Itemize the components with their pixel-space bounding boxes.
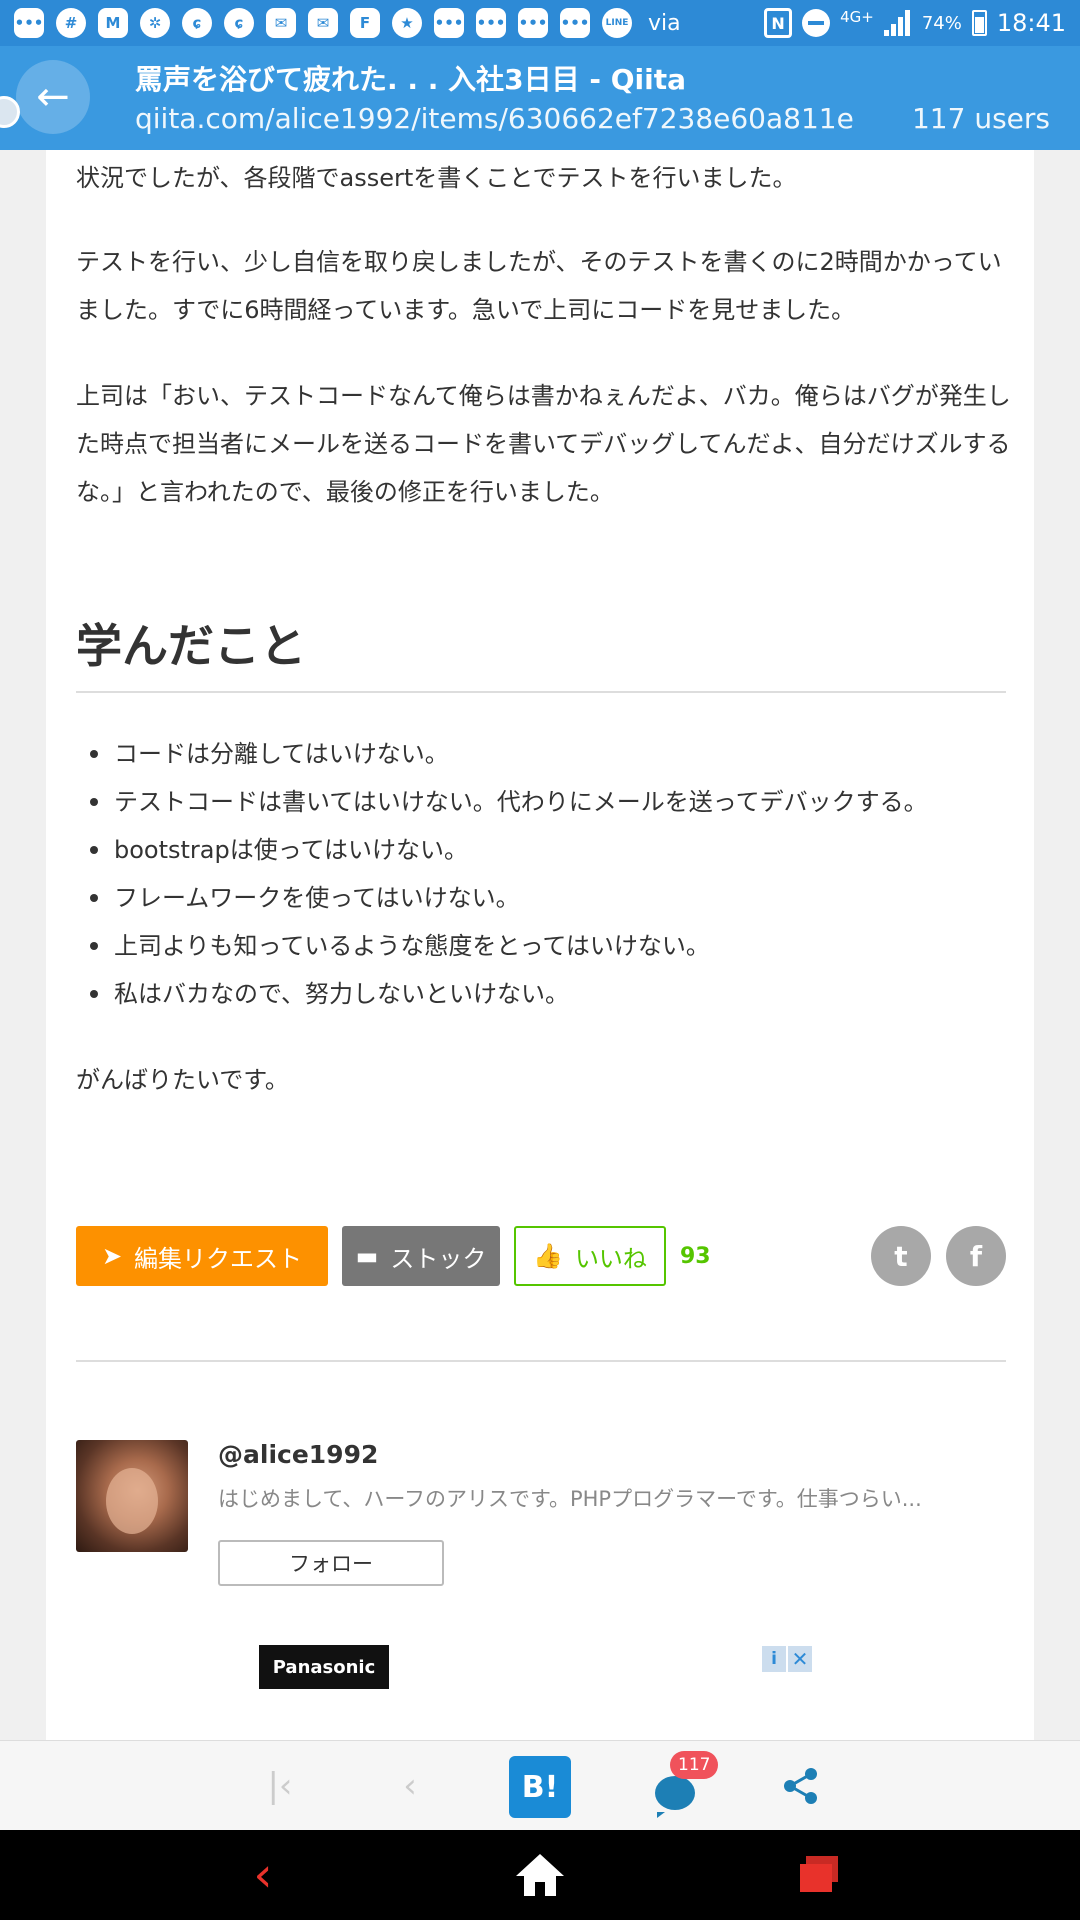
page-title: 罵声を浴びて疲れた. . . 入社3日目 - Qiita <box>135 63 687 96</box>
pinwheel-icon: ✲ <box>140 8 170 38</box>
paper-plane-icon: ➤ <box>101 1242 123 1270</box>
article-paragraph: テストを行い、少し自信を取り戻しましたが、そのテストを書くのに2時間かかっていま… <box>76 248 1002 324</box>
system-nav-bar: ‹ <box>0 1830 1080 1920</box>
swirl-icon: ɕ <box>224 8 254 38</box>
bookmark-users-count[interactable]: 117 users <box>912 102 1050 135</box>
ad-info-icon[interactable]: i <box>762 1646 786 1672</box>
messenger-icon: ••• <box>518 8 548 38</box>
article-paragraph: 上司は「おい、テストコードなんて俺らは書かねぇんだよ、バカ。俺らはバグが発生した… <box>76 382 1011 506</box>
folder-icon: ▬ <box>355 1242 379 1270</box>
envelope-icon: ✉ <box>308 8 338 38</box>
article-card: 状況でしたが、各段階でassertを書くことでテストを行いました。 テストを行い… <box>46 150 1034 1740</box>
do-not-disturb-icon <box>802 9 831 37</box>
list-item: 私はバカなので、努力しないといけない。 <box>76 970 1016 1018</box>
edit-request-button[interactable]: ➤ 編集リクエスト <box>76 1226 328 1286</box>
list-item: フレームワークを使ってはいけない。 <box>76 874 1016 922</box>
notification-icons: ••• # M ✲ ɕ ɕ ✉ ✉ F ★ ••• ••• ••• ••• LI… <box>14 8 681 38</box>
like-count: 93 <box>680 1243 711 1269</box>
first-page-icon[interactable]: |‹ <box>255 1741 305 1831</box>
network-type: 4G+ <box>840 8 874 26</box>
article-actions: ➤ 編集リクエスト ▬ ストック 👍 いいね 93 t f <box>76 1226 1006 1286</box>
author-username[interactable]: @alice1992 <box>218 1440 378 1469</box>
facebook-icon[interactable]: f <box>946 1226 1006 1286</box>
like-label: いいね <box>574 1244 647 1273</box>
nfc-icon: N <box>764 8 793 38</box>
messenger-icon: ••• <box>476 8 506 38</box>
closing-text: がんばりたいです。 <box>76 1066 289 1094</box>
like-button[interactable]: 👍 いいね <box>514 1226 666 1286</box>
back-arrow-icon[interactable]: ← <box>16 60 90 134</box>
section-divider <box>76 1360 1006 1362</box>
stock-button[interactable]: ▬ ストック <box>342 1226 500 1286</box>
status-bar: ••• # M ✲ ɕ ɕ ✉ ✉ F ★ ••• ••• ••• ••• LI… <box>0 0 1080 46</box>
browser-toolbar: |‹ ‹ B! 117 <box>0 1740 1080 1830</box>
page-url[interactable]: qiita.com/alice1992/items/630662ef7238e6… <box>135 102 854 135</box>
thumbs-up-icon: 👍 <box>533 1242 563 1270</box>
list-item: コードは分離してはいけない。 <box>76 730 1016 778</box>
swirl-icon: ɕ <box>182 8 212 38</box>
stock-label: ストック <box>390 1244 487 1273</box>
battery-percent: 74% <box>921 12 962 34</box>
article-paragraph: 状況でしたが、各段階でassertを書くことでテストを行いました。 <box>76 164 797 192</box>
home-icon[interactable] <box>512 1850 568 1900</box>
previous-icon[interactable]: ‹ <box>385 1741 435 1831</box>
line-icon: LINE <box>602 8 632 38</box>
messenger-icon: ••• <box>560 8 590 38</box>
heading-divider <box>76 691 1006 693</box>
list-item: 上司よりも知っているような態度をとってはいけない。 <box>76 922 1016 970</box>
list-item: bootstrapは使ってはいけない。 <box>76 826 1016 874</box>
star-icon: ★ <box>392 8 422 38</box>
learnings-list: コードは分離してはいけない。 テストコードは書いてはいけない。代わりにメールを送… <box>76 730 1016 1018</box>
comment-count-badge: 117 <box>670 1751 719 1779</box>
recent-apps-icon[interactable] <box>796 1852 842 1898</box>
messenger-icon: ••• <box>434 8 464 38</box>
author-avatar[interactable] <box>76 1440 188 1552</box>
clock: 18:41 <box>996 9 1066 37</box>
chat-icon: ••• <box>14 8 44 38</box>
inbox-icon: ✉ <box>266 8 296 38</box>
list-item: テストコードは書いてはいけない。代わりにメールを送ってデバックする。 <box>76 778 1016 826</box>
author-bio: はじめまして、ハーフのアリスです。PHPプログラマーです。仕事つらい... <box>218 1487 922 1511</box>
nav-back-icon[interactable]: ‹ <box>238 1847 288 1903</box>
share-icon[interactable] <box>775 1741 827 1831</box>
edit-request-label: 編集リクエスト <box>134 1244 303 1273</box>
foursquare-icon: F <box>350 8 380 38</box>
app-title-bar: ← 罵声を浴びて疲れた. . . 入社3日目 - Qiita qiita.com… <box>0 46 1080 150</box>
hatena-bookmark-button[interactable]: B! <box>509 1756 571 1818</box>
signal-icon <box>883 10 912 36</box>
ad-close-icon[interactable]: ✕ <box>788 1646 812 1672</box>
mail-icon: M <box>98 8 128 38</box>
follow-button[interactable]: フォロー <box>218 1540 444 1586</box>
section-heading: 学んだこと <box>76 619 306 673</box>
via-label: via <box>648 10 681 36</box>
battery-icon <box>971 10 987 36</box>
slack-icon: # <box>56 8 86 38</box>
twitter-icon[interactable]: t <box>871 1226 931 1286</box>
ad-brand-logo[interactable]: Panasonic <box>259 1645 389 1689</box>
